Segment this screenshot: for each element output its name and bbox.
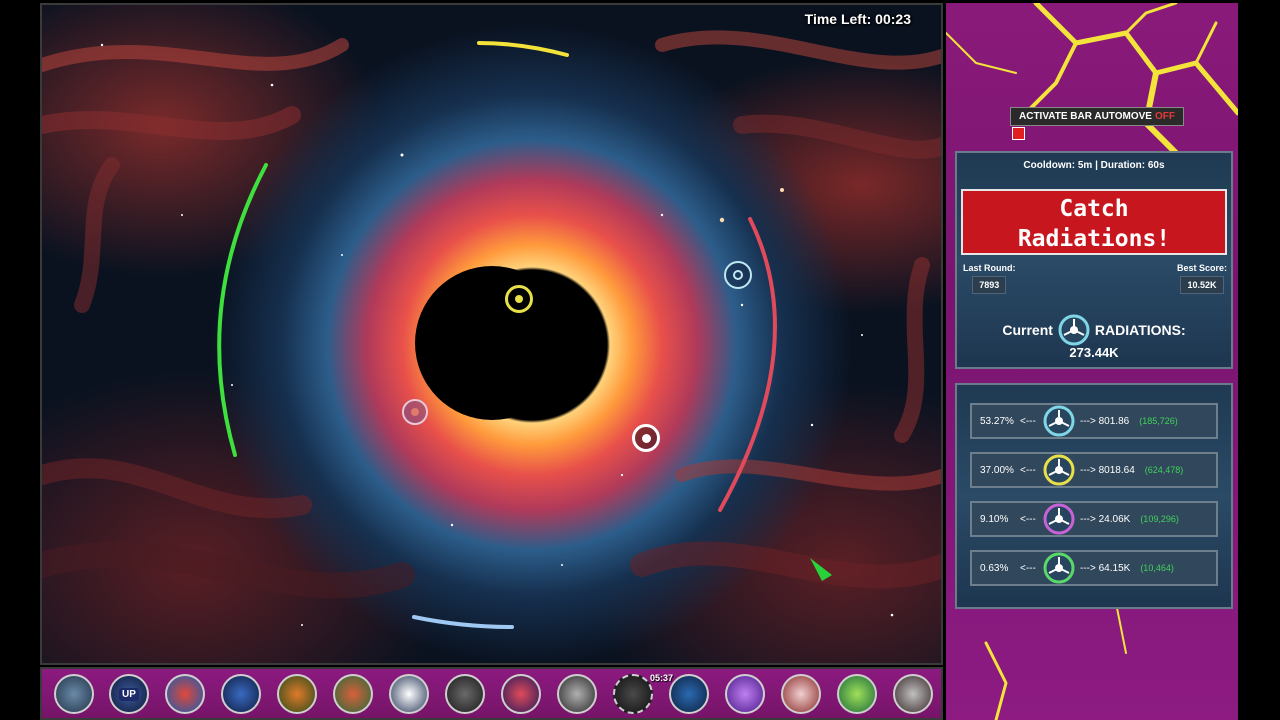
radiation-icon bbox=[641, 433, 651, 443]
padlock-icon[interactable] bbox=[445, 674, 485, 714]
explosion-icon[interactable] bbox=[781, 674, 821, 714]
blue-paddle[interactable] bbox=[412, 615, 514, 629]
banner-line-2: Radiations! bbox=[1017, 226, 1171, 252]
rate-percent: 53.27% bbox=[980, 415, 1014, 427]
rate-arrow-left: <--- bbox=[1020, 415, 1036, 427]
automove-button[interactable]: ACTIVATE BAR AUTOMOVE OFF bbox=[1010, 107, 1184, 126]
rate-arrow-left: <--- bbox=[1020, 513, 1036, 525]
game-viewport[interactable]: Time Left: 00:23 bbox=[40, 3, 943, 665]
rate-row-cyan[interactable]: 53.27% <--- ---> 801.86 (185,726) bbox=[970, 403, 1218, 439]
rate-arrow-left: <--- bbox=[1020, 464, 1036, 476]
rate-row-yellow[interactable]: 37.00% <--- ---> 8018.64 (624,478) bbox=[970, 452, 1218, 488]
rate-value: ---> 64.15K bbox=[1080, 562, 1131, 574]
rate-count: (10,464) bbox=[1140, 563, 1174, 573]
radiation-icon[interactable] bbox=[725, 674, 765, 714]
automove-label: ACTIVATE BAR AUTOMOVE bbox=[1019, 111, 1152, 122]
current-radiations-value: 273.44K bbox=[1069, 345, 1119, 360]
rate-value: ---> 24.06K bbox=[1080, 513, 1131, 525]
last-round-value: 7893 bbox=[972, 276, 1007, 294]
asteroid-icon[interactable] bbox=[613, 674, 653, 714]
radiation-icon bbox=[1043, 454, 1075, 486]
bottom-toolbar: UP 05:37 bbox=[40, 667, 943, 720]
stats-box: Cooldown: 5m | Duration: 60s Catch Radia… bbox=[955, 151, 1233, 369]
radiation-icon bbox=[1043, 503, 1075, 535]
best-score: Best Score: 10.52K bbox=[1177, 263, 1227, 294]
radiation-icon bbox=[733, 270, 743, 280]
rate-value: ---> 801.86 bbox=[1080, 415, 1130, 427]
rate-value: ---> 8018.64 bbox=[1080, 464, 1135, 476]
game-scene bbox=[42, 30, 941, 629]
radiation-icon bbox=[1058, 314, 1090, 346]
green-paddle[interactable] bbox=[217, 163, 268, 457]
last-round: Last Round: 7893 bbox=[963, 263, 1016, 294]
radiation-icon bbox=[515, 295, 523, 303]
helmet-icon[interactable] bbox=[277, 674, 317, 714]
radiation-orb-white bbox=[632, 424, 660, 452]
last-round-label: Last Round: bbox=[963, 263, 1016, 273]
rate-count: (109,296) bbox=[1140, 514, 1179, 524]
radiation-icon bbox=[1043, 405, 1075, 437]
ufo-icon[interactable] bbox=[557, 674, 597, 714]
yellow-paddle[interactable] bbox=[477, 41, 569, 57]
current-radiations-row: Current RADIATIONS: bbox=[957, 313, 1231, 347]
rate-count: (185,726) bbox=[1139, 416, 1178, 426]
black-hole-core bbox=[415, 266, 569, 420]
current-label: Current bbox=[1002, 322, 1053, 338]
radiation-orb-cyan bbox=[724, 261, 752, 289]
radiation-icon bbox=[411, 408, 419, 416]
rate-percent: 37.00% bbox=[980, 464, 1014, 476]
automove-toggle[interactable] bbox=[1012, 127, 1025, 140]
rate-arrow-left: <--- bbox=[1020, 562, 1036, 574]
level-up-icon[interactable]: UP bbox=[109, 674, 149, 714]
catch-radiations-banner: Catch Radiations! bbox=[961, 189, 1227, 255]
gem-orb-icon[interactable] bbox=[165, 674, 205, 714]
cooldown-timer: 05:37 bbox=[650, 673, 674, 683]
best-score-value: 10.52K bbox=[1180, 276, 1224, 294]
rate-row-green[interactable]: 0.63% <--- ---> 64.15K (10,464) bbox=[970, 550, 1218, 586]
rate-percent: 9.10% bbox=[980, 513, 1009, 525]
atom-icon[interactable] bbox=[893, 674, 933, 714]
side-panel: ACTIVATE BAR AUTOMOVE OFF Cooldown: 5m | … bbox=[946, 3, 1238, 720]
cube-icon[interactable] bbox=[221, 674, 261, 714]
banner-line-1: Catch bbox=[1059, 196, 1129, 222]
rate-percent: 0.63% bbox=[980, 562, 1009, 574]
automove-state: OFF bbox=[1154, 111, 1175, 122]
radiations-label: RADIATIONS: bbox=[1094, 322, 1186, 338]
radiation-rates-box: 53.27% <--- ---> 801.86 (185,726) 37.00%… bbox=[955, 383, 1233, 609]
radiation-orb-pale bbox=[402, 399, 428, 425]
rate-count: (624,478) bbox=[1144, 465, 1184, 475]
rate-row-purple[interactable]: 9.10% <--- ---> 24.06K (109,296) bbox=[970, 501, 1218, 537]
rocket-icon[interactable] bbox=[54, 674, 94, 714]
time-left-label: Time Left: 00:23 bbox=[804, 11, 911, 27]
portal-icon[interactable] bbox=[669, 674, 709, 714]
game-screen: Time Left: 00:23 ACTIVATE BAR AUTOMOVE O… bbox=[0, 0, 1280, 720]
level-up-label: UP bbox=[119, 687, 139, 701]
vortex-icon[interactable] bbox=[837, 674, 877, 714]
alien-icon[interactable] bbox=[333, 674, 373, 714]
radiation-icon bbox=[1043, 552, 1075, 584]
cooldown-label: Cooldown: 5m | Duration: 60s bbox=[1023, 160, 1165, 171]
starburst-icon[interactable] bbox=[389, 674, 429, 714]
galaxy-icon[interactable] bbox=[501, 674, 541, 714]
radiation-orb-yellow bbox=[505, 285, 533, 313]
best-score-label: Best Score: bbox=[1176, 263, 1227, 273]
